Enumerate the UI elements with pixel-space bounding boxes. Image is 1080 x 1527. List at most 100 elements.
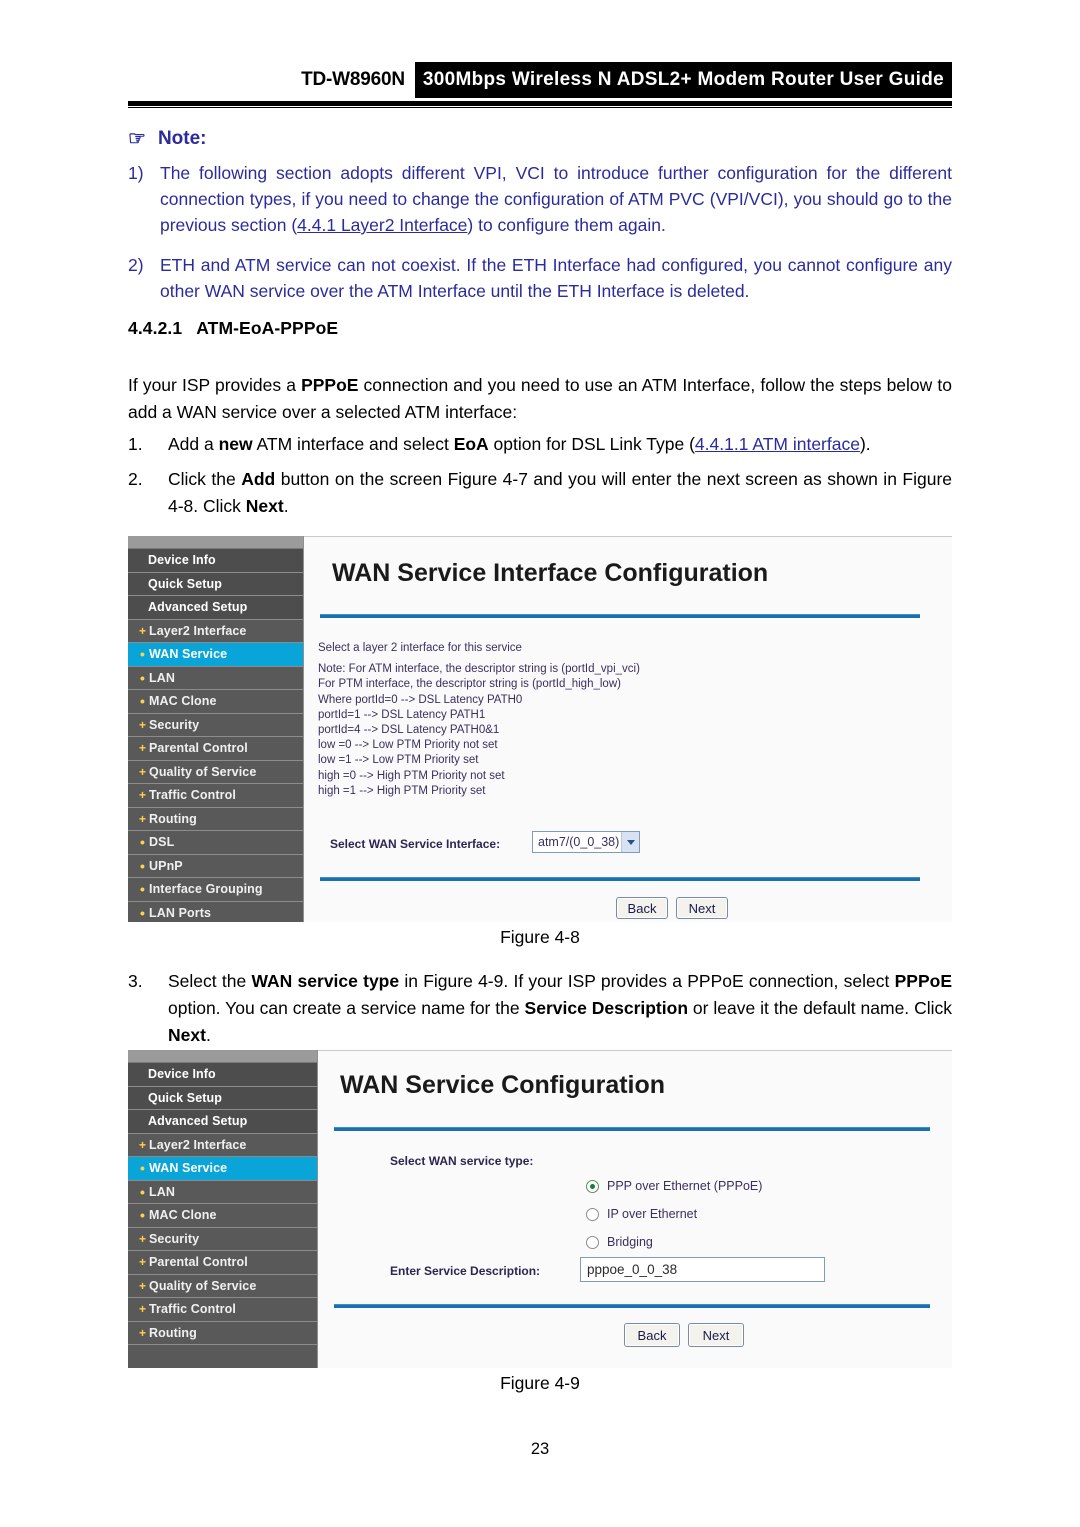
- sidebar-item-advanced-setup[interactable]: Advanced Setup: [128, 596, 303, 620]
- bullet-dot-icon: •: [139, 1183, 145, 1200]
- expand-plus-icon: +: [138, 1325, 147, 1340]
- next-button[interactable]: Next: [688, 1323, 744, 1347]
- sidebar-item-layer2-interface[interactable]: + Layer2 Interface: [128, 619, 303, 643]
- document-page: TD-W8960N 300Mbps Wireless N ADSL2+ Mode…: [0, 0, 1080, 1527]
- note-item-text: ETH and ATM service can not coexist. If …: [160, 255, 952, 301]
- expand-plus-icon: +: [138, 1137, 147, 1152]
- bullet-dot-icon: •: [139, 857, 145, 874]
- sidebar-item-label: Quality of Service: [149, 1278, 257, 1293]
- sidebar-menu: Device Info Quick Setup Advanced Setup + Lay…: [128, 549, 303, 922]
- note-item-number: 1): [128, 163, 144, 183]
- step3-part2: in Figure 4-9. If your ISP provides a PP…: [399, 971, 895, 991]
- back-button[interactable]: Back: [616, 897, 668, 919]
- figure-4-8-screenshot: Device Info Quick Setup Advanced Setup + Lay…: [128, 536, 952, 922]
- sidebar-item-label: Parental Control: [149, 741, 248, 755]
- sidebar-item-security[interactable]: + Security: [128, 1227, 317, 1251]
- step-2: 2. Click the Add button on the screen Fi…: [128, 466, 952, 520]
- step2-bold-add: Add: [241, 469, 276, 489]
- sidebar-item-traffic-control[interactable]: + Traffic Control: [128, 784, 303, 808]
- sidebar-item-traffic-control[interactable]: + Traffic Control: [128, 1298, 317, 1322]
- sidebar-item-quality-of-service[interactable]: + Quality of Service: [128, 1274, 317, 1298]
- radio-unchecked-icon[interactable]: [586, 1235, 599, 1249]
- radio-option-ppp-over-ethernet-pppoe-[interactable]: PPP over Ethernet (PPPoE): [586, 1179, 762, 1193]
- sidebar-item-security[interactable]: + Security: [128, 713, 303, 737]
- sidebar-item-mac-clone[interactable]: • MAC Clone: [128, 1204, 317, 1228]
- wan-service-interface-select[interactable]: atm7/(0_0_38): [532, 831, 640, 853]
- panel-description-line: Note: For ATM interface, the descriptor …: [318, 663, 640, 676]
- radio-unchecked-icon[interactable]: [586, 1207, 599, 1221]
- sidebar-item-routing[interactable]: + Routing: [128, 807, 303, 831]
- sidebar-top-strip: [128, 1050, 317, 1063]
- service-description-input[interactable]: pppoe_0_0_38: [580, 1257, 825, 1282]
- note-heading: ☞ Note:: [128, 128, 207, 150]
- note-link-layer2-interface[interactable]: 4.4.1 Layer2 Interface: [297, 215, 467, 235]
- step-text: Add a new ATM interface and select EoA o…: [168, 431, 952, 458]
- sidebar-item-device-info[interactable]: Device Info: [128, 1063, 317, 1087]
- panel-divider-top: [320, 614, 920, 618]
- sidebar-item-wan-service[interactable]: • WAN Service: [128, 1157, 317, 1181]
- step1-part2: ATM interface and select: [252, 434, 454, 454]
- step1-part3: option for DSL Link Type (: [488, 434, 695, 454]
- step3-bold-wan-service-type: WAN service type: [251, 971, 400, 991]
- sidebar-item-label: Routing: [149, 811, 197, 826]
- select-value: atm7/(0_0_38): [538, 835, 620, 849]
- next-button[interactable]: Next: [676, 897, 728, 919]
- sidebar-item-quick-setup[interactable]: Quick Setup: [128, 572, 303, 596]
- sidebar-item-mac-clone[interactable]: • MAC Clone: [128, 690, 303, 714]
- panel-description-line: Select a layer 2 interface for this serv…: [318, 642, 522, 654]
- sidebar-item-quick-setup[interactable]: Quick Setup: [128, 1086, 317, 1110]
- sidebar-item-advanced-setup[interactable]: Advanced Setup: [128, 1110, 317, 1134]
- back-button[interactable]: Back: [624, 1323, 680, 1347]
- expand-plus-icon: +: [138, 764, 147, 779]
- sidebar-item-label: UPnP: [149, 858, 183, 873]
- page-number: 23: [530, 1440, 550, 1458]
- sidebar-item-interface-grouping[interactable]: • Interface Grouping: [128, 878, 303, 902]
- sidebar-item-label: Traffic Control: [149, 1302, 236, 1316]
- sidebar-item-parental-control[interactable]: + Parental Control: [128, 737, 303, 761]
- header-rule: [128, 101, 952, 106]
- sidebar-item-label: Security: [149, 717, 200, 732]
- step1-link-atm-interface[interactable]: 4.4.1.1 ATM interface: [695, 434, 860, 454]
- router-panel-49: WAN Service Configuration Select WAN ser…: [318, 1050, 952, 1368]
- step1-part4: ).: [859, 434, 871, 454]
- sidebar-item-label: Advanced Setup: [148, 1114, 248, 1128]
- sidebar-item-label: Device Info: [148, 1067, 216, 1081]
- sidebar-item-quality-of-service[interactable]: + Quality of Service: [128, 760, 303, 784]
- chevron-down-icon[interactable]: [621, 832, 639, 852]
- step3-part1: Select the: [168, 971, 252, 991]
- sidebar-item-parental-control[interactable]: + Parental Control: [128, 1251, 317, 1275]
- router-panel-48: WAN Service Interface Configuration Sele…: [304, 536, 952, 922]
- sidebar-item-dsl[interactable]: • DSL: [128, 831, 303, 855]
- sidebar-item-lan[interactable]: • LAN: [128, 1180, 317, 1204]
- header-model-name: TD-W8960N: [301, 69, 405, 90]
- sidebar-item-layer2-interface[interactable]: + Layer2 Interface: [128, 1133, 317, 1157]
- intro-bold-pppoe: PPPoE: [301, 375, 359, 395]
- step3-bold-next: Next: [168, 1025, 206, 1045]
- sidebar-item-lan-ports[interactable]: • LAN Ports: [128, 901, 303, 922]
- sidebar-item-label: LAN Ports: [149, 905, 212, 920]
- radio-checked-icon[interactable]: [586, 1179, 599, 1193]
- sidebar-item-label: Layer2 Interface: [149, 623, 247, 638]
- expand-plus-icon: +: [138, 811, 147, 826]
- expand-plus-icon: +: [138, 788, 147, 803]
- sidebar-item-device-info[interactable]: Device Info: [128, 549, 303, 573]
- sidebar-item-lan[interactable]: • LAN: [128, 666, 303, 690]
- sidebar-item-label: Device Info: [148, 553, 216, 567]
- radio-option-bridging[interactable]: Bridging: [586, 1235, 653, 1249]
- sidebar-item-label: LAN: [149, 670, 175, 685]
- step2-bold-next: Next: [245, 496, 284, 516]
- expand-plus-icon: +: [138, 741, 147, 756]
- bullet-dot-icon: •: [139, 1207, 145, 1224]
- radio-option-label: IP over Ethernet: [607, 1207, 698, 1221]
- step-text: Select the WAN service type in Figure 4-…: [168, 968, 952, 1049]
- sidebar-item-upnp[interactable]: • UPnP: [128, 854, 303, 878]
- bullet-dot-icon: •: [139, 646, 145, 663]
- radio-option-label: Bridging: [607, 1235, 653, 1249]
- bullet-dot-icon: •: [139, 881, 145, 898]
- panel-description-line: For PTM interface, the descriptor string…: [318, 678, 621, 691]
- header-rule-thin: [128, 107, 952, 108]
- radio-option-ip-over-ethernet[interactable]: IP over Ethernet: [586, 1207, 697, 1221]
- expand-plus-icon: +: [138, 1302, 147, 1317]
- sidebar-item-routing[interactable]: + Routing: [128, 1321, 317, 1345]
- sidebar-item-wan-service[interactable]: • WAN Service: [128, 643, 303, 667]
